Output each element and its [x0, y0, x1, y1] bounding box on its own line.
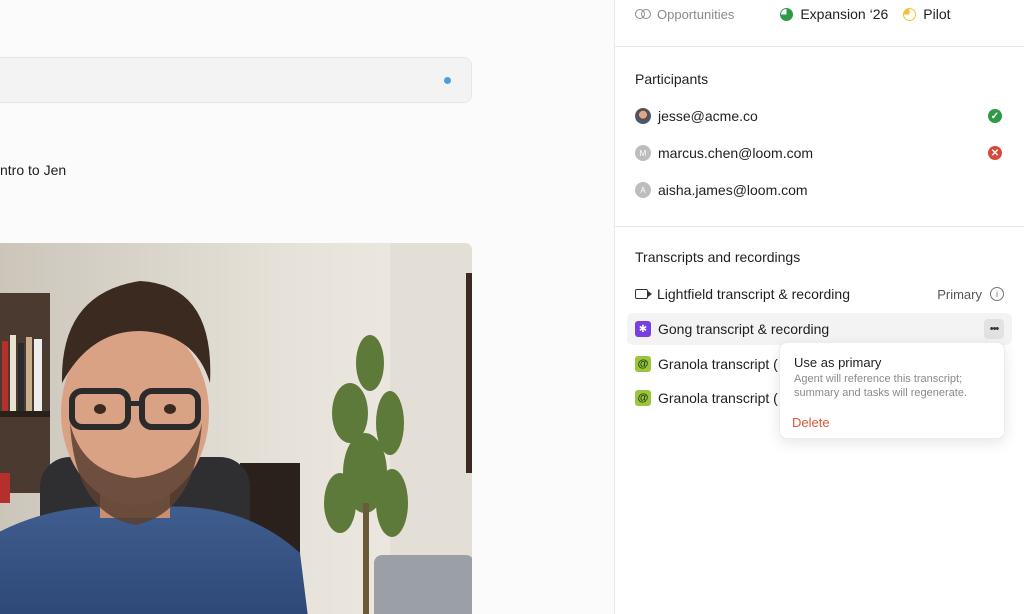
opportunities-icon: [635, 8, 651, 20]
participant-email: aisha.james@loom.com: [658, 182, 808, 198]
primary-badge: Primary: [937, 286, 982, 302]
participant-row[interactable]: jesse@acme.co ✓: [635, 106, 1002, 126]
tag-label: Expansion ‘26: [800, 6, 889, 22]
use-as-primary-option[interactable]: Use as primary: [794, 355, 881, 370]
chat-message-text: ntro to Jen: [0, 162, 67, 178]
video-frame-icon: [0, 243, 472, 614]
meeting-main-panel: ntro to Jen: [0, 0, 614, 614]
transcript-label: Granola transcript (: [658, 390, 778, 406]
opportunity-tags-row: Opportunities Expansion ‘26 Pilot: [635, 5, 1024, 23]
granola-icon: @: [635, 356, 651, 372]
delete-option[interactable]: Delete: [792, 415, 830, 430]
transcripts-title: Transcripts and recordings: [635, 249, 801, 265]
section-divider: [615, 46, 1024, 47]
transcript-context-menu: Use as primary Agent will reference this…: [779, 342, 1005, 439]
avatar: A: [635, 182, 651, 198]
transcript-label: Gong transcript & recording: [658, 321, 830, 337]
accepted-check-icon: ✓: [988, 109, 1002, 123]
participant-row[interactable]: A aisha.james@loom.com: [635, 180, 1002, 200]
granola-icon: @: [635, 390, 651, 406]
opportunity-tag-expansion[interactable]: Expansion ‘26: [780, 6, 888, 22]
opportunities-field[interactable]: Opportunities: [635, 7, 734, 22]
participant-row[interactable]: M marcus.chen@loom.com ✕: [635, 143, 1002, 163]
participant-email: jesse@acme.co: [658, 108, 758, 124]
stage-progress-icon: [903, 7, 917, 21]
transcript-row-gong[interactable]: ✱ Gong transcript & recording •••: [627, 313, 1012, 345]
opportunity-tag-pilot[interactable]: Pilot: [903, 6, 951, 22]
section-divider: [615, 226, 1024, 227]
avatar: [635, 108, 651, 124]
participant-email: marcus.chen@loom.com: [658, 145, 814, 161]
opportunities-label: Opportunities: [657, 6, 735, 22]
video-icon: [635, 289, 652, 299]
meeting-details-panel: Opportunities Expansion ‘26 Pilot Partic…: [614, 0, 1024, 614]
message-input-bar[interactable]: [0, 57, 472, 103]
declined-x-icon: ✕: [988, 146, 1002, 160]
stage-progress-icon: [780, 7, 794, 21]
use-as-primary-description: Agent will reference this transcript; su…: [794, 373, 968, 399]
more-options-button[interactable]: •••: [984, 319, 1004, 339]
participants-title: Participants: [635, 71, 709, 87]
status-dot: [444, 77, 451, 84]
gong-icon: ✱: [635, 321, 651, 337]
avatar: M: [635, 145, 651, 161]
recording-video-player[interactable]: [0, 243, 472, 614]
info-icon[interactable]: i: [990, 287, 1004, 301]
transcript-label: Granola transcript (: [658, 356, 778, 372]
tag-label: Pilot: [923, 6, 951, 22]
transcript-label: Lightfield transcript & recording: [657, 286, 850, 302]
transcript-row-lightfield[interactable]: Lightfield transcript & recording Primar…: [627, 278, 1012, 310]
